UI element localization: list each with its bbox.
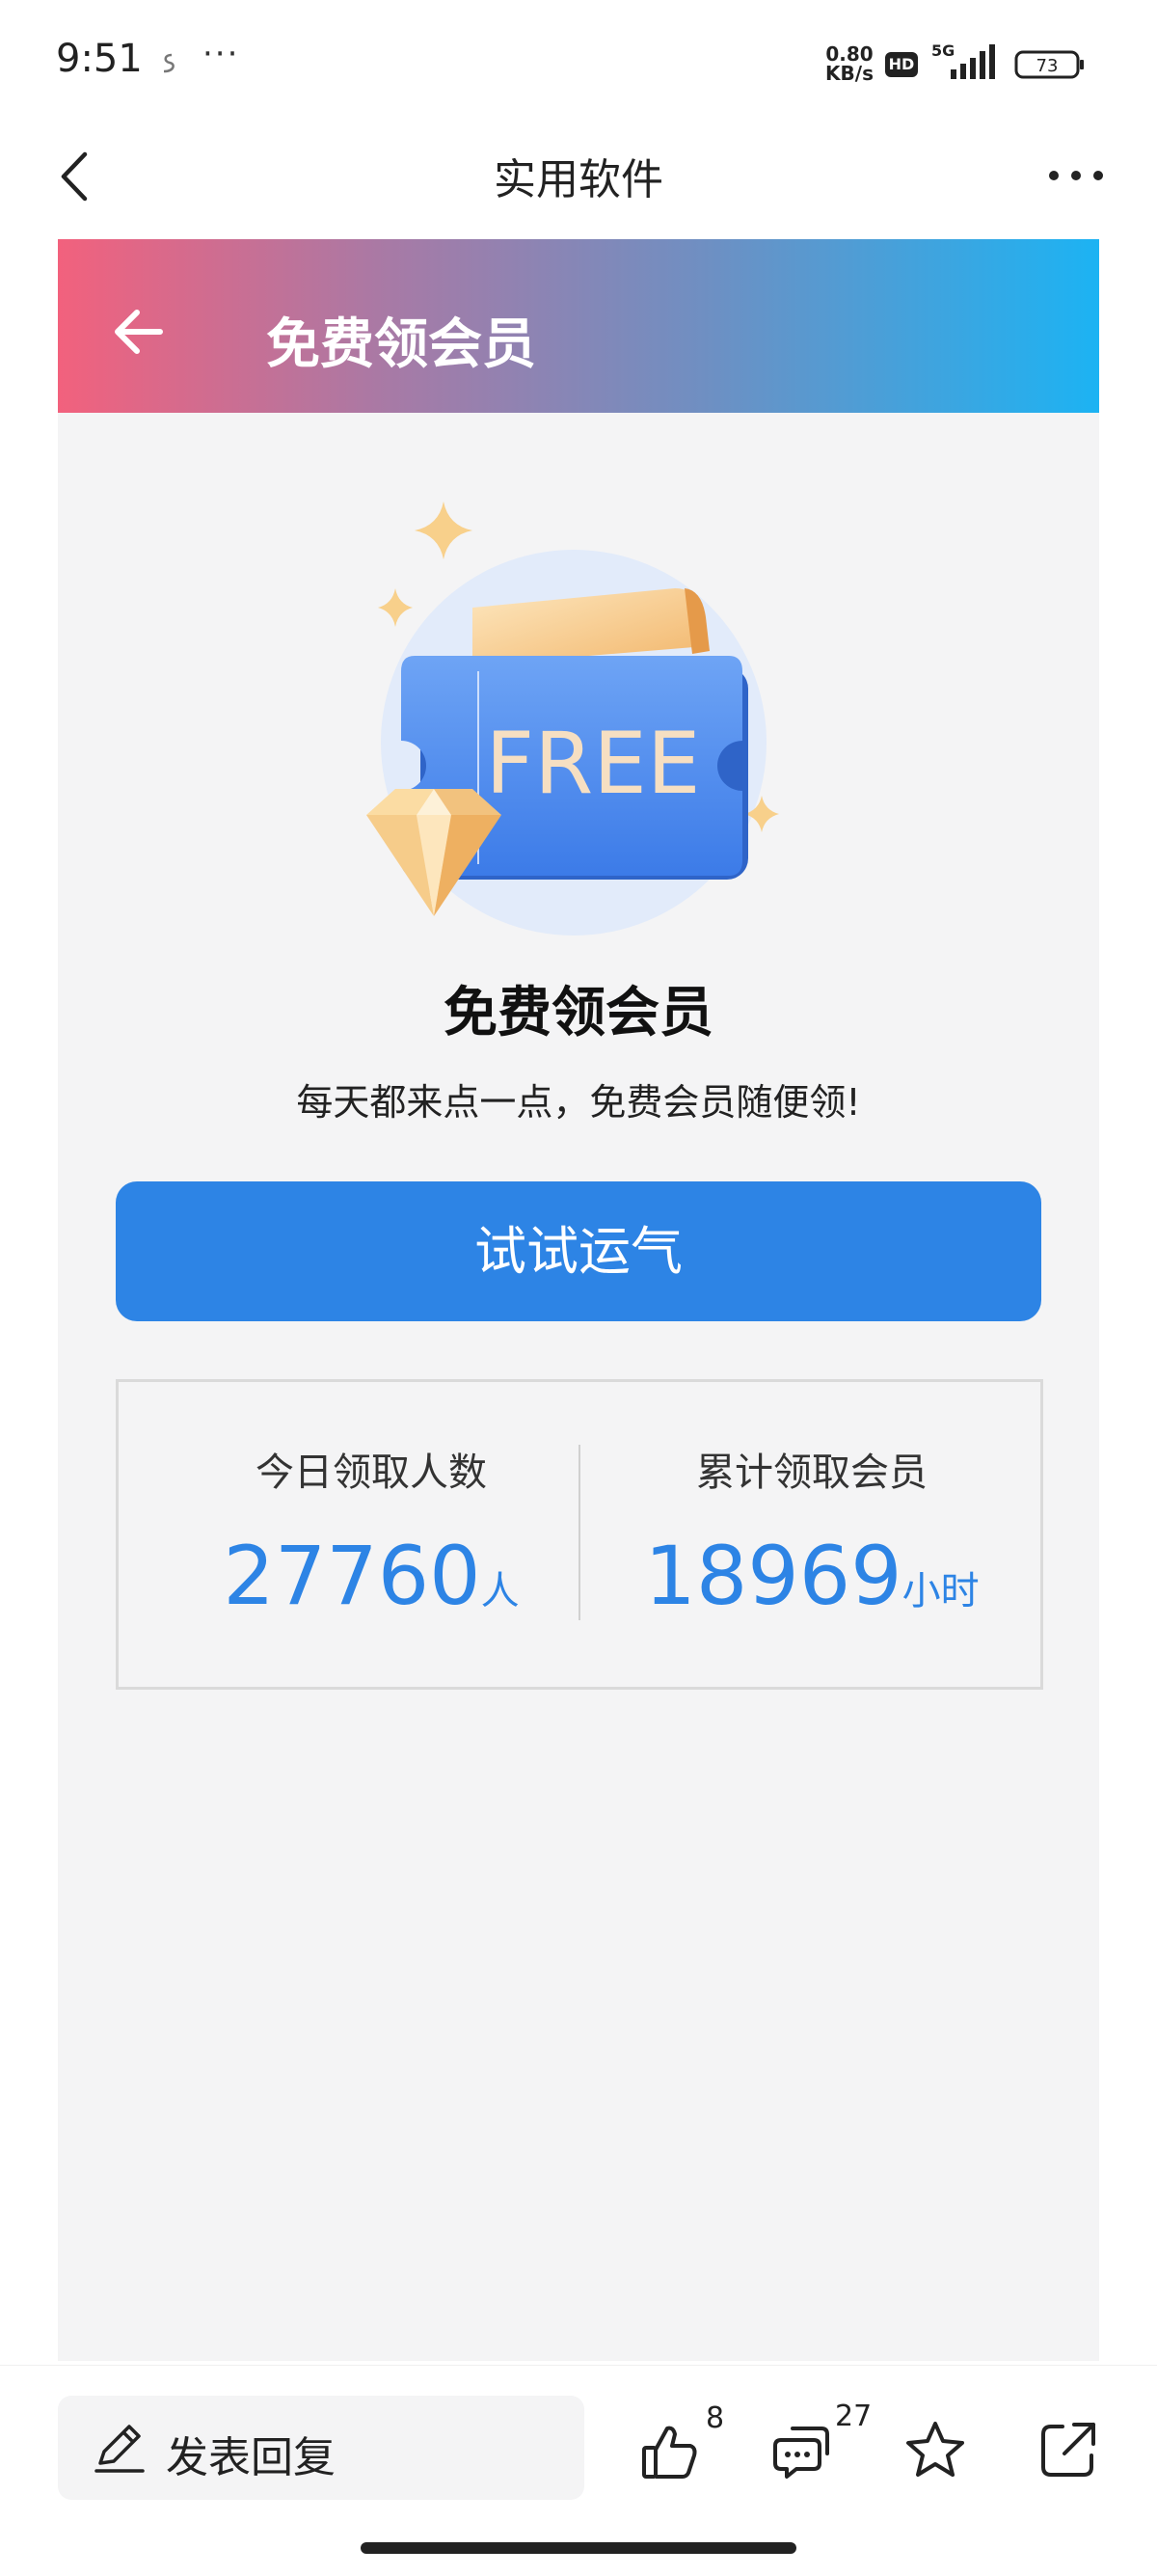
stats-divider	[578, 1445, 580, 1620]
thumbs-up-icon[interactable]	[638, 2421, 700, 2482]
promo-title: 免费领会员	[444, 982, 713, 1044]
today-count-label: 今日领取人数	[256, 1451, 487, 1495]
network-speed-value: 0.80	[825, 42, 874, 66]
battery-level: 73	[1036, 56, 1059, 76]
page-title: 实用软件	[494, 155, 663, 204]
status-time: 9:51	[56, 37, 143, 81]
signal-icon: 5G	[931, 42, 995, 79]
total-hours: 18969小时	[605, 1529, 1019, 1623]
battery-icon: 73	[1014, 50, 1084, 79]
network-speed-unit: KB/s	[825, 62, 874, 85]
more-dots-icon[interactable]	[1046, 156, 1106, 195]
sparkle-icon	[415, 502, 472, 559]
share-icon[interactable]	[1037, 2419, 1099, 2481]
total-hours-label: 累计领取会员	[696, 1451, 928, 1495]
header-banner	[58, 239, 1099, 413]
status-more-icon: ···	[202, 35, 240, 73]
arrow-left-icon[interactable]	[108, 301, 170, 363]
today-count: 27760人	[164, 1529, 578, 1623]
network-type: 5G	[931, 42, 955, 60]
status-bar: 9:51 ··· 0.80 KB/s HD 5G 73	[0, 0, 1157, 125]
likes-count: 8	[706, 2401, 725, 2435]
pen-icon	[94, 2425, 145, 2473]
total-hours-unit: 小时	[901, 1569, 980, 1613]
network-speed: 0.80 KB/s	[821, 44, 877, 83]
reply-label: 发表回复	[166, 2433, 336, 2482]
sparkle-icon	[378, 588, 413, 627]
hd-badge: HD	[885, 52, 918, 77]
today-count-unit: 人	[480, 1569, 520, 1613]
comment-icon[interactable]	[771, 2421, 833, 2482]
ticket-text: FREE	[486, 714, 701, 813]
comments-count: 27	[835, 2400, 873, 2433]
today-count-value: 27760	[223, 1529, 481, 1623]
promo-subtitle: 每天都来点一点，免费会员随便领!	[296, 1081, 861, 1124]
free-ticket-illustration: FREE	[366, 502, 779, 935]
home-indicator	[361, 2542, 796, 2554]
star-icon[interactable]	[904, 2419, 966, 2481]
banner-title: 免费领会员	[266, 313, 536, 376]
total-hours-value: 18969	[644, 1529, 902, 1623]
notification-app-icon	[163, 53, 175, 73]
try-luck-button[interactable]: 试试运气	[116, 1181, 1041, 1321]
